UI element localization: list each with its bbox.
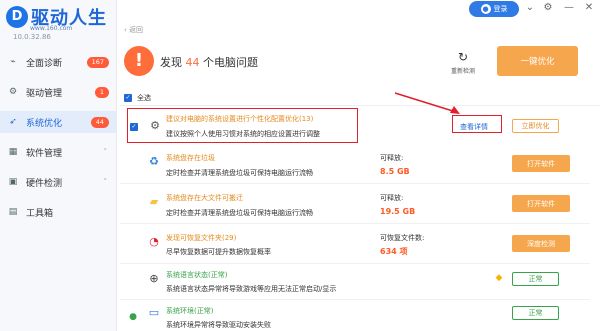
checkbox-checked-icon: ✓ (124, 94, 132, 102)
list-item: ◔ 发现可恢复文件夹(29) 尽早恢复数据可提升数据恢复概率 可恢复文件数: 6… (120, 226, 600, 264)
sidebar-item-system-optimize[interactable]: ➶ 系统优化 44 (0, 111, 117, 133)
sidebar-item-label: 软件管理 (26, 148, 63, 159)
brand-url: www.160.com (30, 25, 73, 32)
found-count: 44 (185, 56, 200, 69)
sidebar-item-software[interactable]: ▦ 软件管理 ˅ (0, 141, 117, 163)
list-item: ♻ 系统盘存在垃圾 定时检查并清理系统盘垃圾可保持电脑运行流畅 可释放: 8.5… (120, 147, 600, 184)
chevron-down-icon: ˅ (103, 148, 108, 156)
sidebar-item-label: 硬件检测 (26, 178, 63, 189)
select-all-label: 全选 (137, 94, 151, 102)
check-circle-icon: ● (129, 312, 137, 322)
sidebar-item-hardware[interactable]: ▣ 硬件检测 ˅ (0, 171, 117, 193)
sidebar: D 驱动人生 www.160.com 10.0.32.86 ⌁ 全面诊断 167… (0, 0, 117, 331)
logo-icon: D (6, 6, 28, 28)
driver-icon: ⚙ (8, 87, 18, 97)
rocket-icon: ➶ (9, 117, 17, 127)
status-normal-button[interactable]: 正常 (512, 272, 559, 286)
apps-icon: ▦ (8, 147, 18, 157)
recover-icon: ◔ (149, 235, 159, 248)
issues-found-title: 发现 44 个电脑问题 (160, 54, 258, 70)
deep-scan-button[interactable]: 深度检测 (512, 235, 570, 252)
warning-gear-icon: ! (124, 46, 154, 76)
sidebar-item-toolbox[interactable]: ▤ 工具箱 (0, 201, 117, 223)
list-item: ⊕ 系统语言状态(正常) 系统语言状态异常将导致游戏等应用无法正常启动/显示 ◆… (120, 266, 600, 300)
row-title: 系统盘存在大文件可搬迁 (166, 194, 243, 202)
login-button[interactable]: ● 登录 (469, 1, 519, 17)
computer-icon: ▭ (148, 306, 160, 319)
back-label: 返回 (129, 26, 144, 34)
monitor-pulse-icon: ⌁ (10, 57, 16, 67)
list-item: ● ▭ 系统环境(正常) 系统环境异常将导致驱动安装失败 正常 (120, 302, 600, 331)
sidebar-item-label: 系统优化 (26, 118, 63, 129)
row-description: 系统环境异常将导致驱动安装失败 (166, 321, 271, 329)
gear-icon[interactable]: ⚙ (542, 2, 554, 13)
version-label: 10.0.32.86 (13, 33, 51, 41)
divider (120, 223, 590, 224)
rescan-label: 重新检测 (450, 68, 475, 75)
count-badge: 1 (94, 86, 109, 98)
toolbox-icon: ▤ (8, 207, 18, 217)
count-badge: 44 (90, 116, 109, 128)
stat-label: 可释放: (380, 194, 404, 202)
divider (120, 263, 590, 264)
stat-value: 19.5 GB (380, 207, 416, 216)
open-software-button[interactable]: 打开软件 (512, 155, 570, 172)
optimize-now-button[interactable]: 立即优化 (512, 119, 559, 133)
chevron-down-icon[interactable]: ⌄ (524, 2, 536, 13)
row-description: 定时检查并清理系统盘垃圾可保持电脑运行流畅 (166, 169, 313, 177)
row-title: 系统盘存在垃圾 (166, 154, 215, 162)
one-click-optimize-button[interactable]: 一键优化 (497, 46, 578, 76)
row-title: 系统语言状态(正常) (166, 271, 228, 279)
folder-icon: ▰ (149, 195, 159, 208)
login-label: 登录 (493, 5, 508, 13)
recycle-bin-icon: ♻ (149, 155, 159, 168)
stat-label: 可恢复文件数: (380, 234, 425, 242)
stat-label: 可释放: (380, 154, 404, 162)
chevron-down-icon: ˅ (103, 178, 108, 186)
divider (120, 105, 600, 106)
annotation-arrow (394, 92, 460, 114)
status-normal-button[interactable]: 正常 (512, 306, 559, 320)
row-title: 发现可恢复文件夹(29) (166, 234, 237, 242)
row-description: 尽早恢复数据可提升数据恢复概率 (166, 248, 271, 256)
row-description: 定时检查并清理系统盘垃圾可保持电脑运行流畅 (166, 209, 313, 217)
found-prefix: 发现 (160, 56, 182, 69)
annotation-box (127, 108, 358, 143)
row-description: 系统语言状态异常将导致游戏等应用无法正常启动/显示 (166, 285, 337, 293)
back-link[interactable]: ‹ 返回 (124, 25, 143, 35)
diamond-icon: ◆ (495, 273, 503, 283)
sidebar-item-label: 驱动管理 (26, 88, 63, 99)
stat-value: 8.5 GB (380, 167, 410, 176)
hardware-icon: ▣ (8, 177, 18, 187)
globe-icon: ⊕ (149, 272, 159, 285)
sidebar-item-label: 全面诊断 (26, 58, 63, 69)
sidebar-item-driver[interactable]: ⚙ 驱动管理 1 (0, 81, 117, 103)
close-icon[interactable]: ✕ (583, 2, 595, 13)
sidebar-item-full-diagnosis[interactable]: ⌁ 全面诊断 167 (0, 51, 117, 73)
minimize-icon[interactable]: — (563, 2, 575, 13)
list-item: ▰ 系统盘存在大文件可搬迁 定时检查并清理系统盘垃圾可保持电脑运行流畅 可释放:… (120, 186, 600, 224)
divider (120, 299, 590, 300)
select-all[interactable]: ✓ 全选 (124, 93, 151, 103)
refresh-icon: ↻ (457, 50, 469, 64)
app-window: D 驱动人生 www.160.com 10.0.32.86 ⌁ 全面诊断 167… (0, 0, 600, 331)
found-suffix: 个电脑问题 (203, 56, 258, 69)
stat-value: 634 项 (380, 247, 408, 256)
count-badge: 167 (86, 56, 109, 68)
rescan-button[interactable]: ↻ 重新检测 (446, 50, 480, 75)
user-icon: ● (480, 4, 491, 14)
row-title: 系统环境(正常) (166, 307, 214, 315)
open-software-button[interactable]: 打开软件 (512, 195, 570, 212)
divider (120, 183, 590, 184)
sidebar-item-label: 工具箱 (26, 208, 54, 219)
